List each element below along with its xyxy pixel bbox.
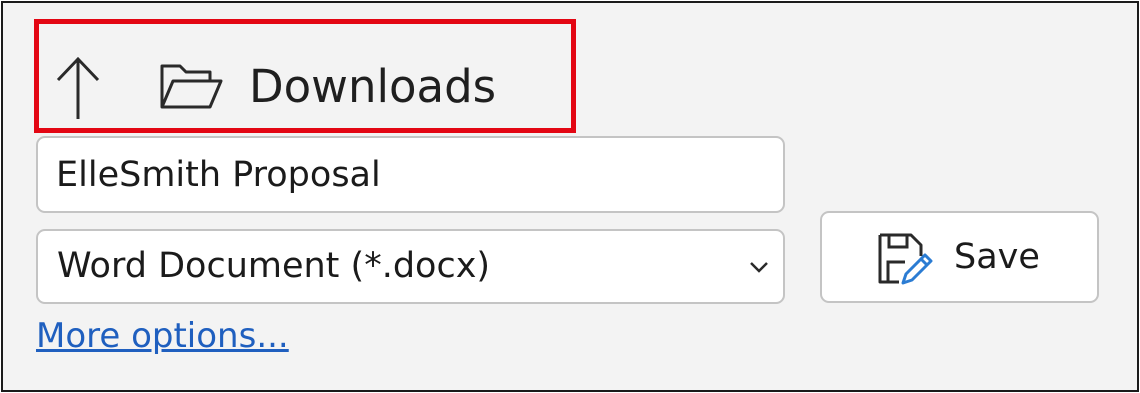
filename-input[interactable] [36, 136, 785, 213]
file-type-value: Word Document (*.docx) [57, 246, 491, 286]
save-dialog-panel: Downloads Word Document (*.docx) Save Mo… [1, 1, 1139, 392]
save-edit-icon [878, 233, 933, 285]
file-type-dropdown[interactable]: Word Document (*.docx) [36, 229, 785, 304]
more-options-link[interactable]: More options... [36, 312, 289, 360]
location-label[interactable]: Downloads [249, 57, 496, 117]
chevron-down-icon [750, 262, 768, 273]
save-button-label: Save [954, 237, 1040, 277]
save-button[interactable]: Save [820, 211, 1099, 303]
arrow-up-icon[interactable] [53, 53, 103, 121]
open-folder-icon [160, 64, 223, 109]
